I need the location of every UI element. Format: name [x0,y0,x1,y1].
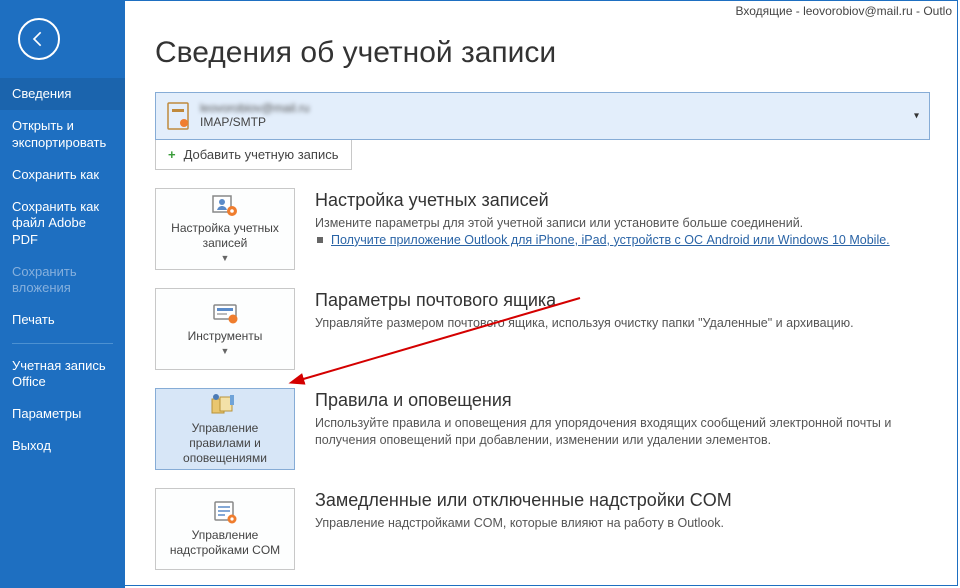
sidebar-item-2[interactable]: Сохранить как [0,159,125,191]
sidebar-item-3[interactable]: Сохранить как файл Adobe PDF [0,191,125,256]
account-selector[interactable]: leovorobiov@mail.ru IMAP/SMTP ▾ [155,92,930,140]
section-title-3: Замедленные или отключенные надстройки C… [315,490,930,511]
tile-icon-1 [210,301,240,325]
mailbox-icon [166,101,190,131]
sidebar-item2-0[interactable]: Учетная запись Office [0,350,125,399]
tile-label-1: Инструменты [188,329,263,344]
section-2: Управление правилами и оповещениями Прави… [155,388,930,470]
section-desc-2: Используйте правила и оповещения для упо… [315,415,930,449]
section-title-1: Параметры почтового ящика [315,290,930,311]
back-button[interactable] [18,18,60,60]
tile-label-2: Управление правилами и оповещениями [160,421,290,466]
chevron-down-icon: ▾ [914,111,919,122]
chevron-down-icon: ▼ [221,346,230,357]
section-0: Настройка учетных записей▼Настройка учет… [155,188,930,270]
chevron-down-icon: ▼ [221,253,230,264]
section-desc-0: Измените параметры для этой учетной запи… [315,215,930,249]
tile-label-0: Настройка учетных записей [160,221,290,251]
backstage-sidebar: СведенияОткрыть и экспортироватьСохранит… [0,0,125,588]
tile-icon-2 [210,393,240,417]
section-body-2: Правила и оповещения Используйте правила … [315,388,930,449]
arrow-left-icon [29,29,49,49]
section-title-0: Настройка учетных записей [315,190,930,211]
account-email: leovorobiov@mail.ru [200,102,310,116]
section-body-3: Замедленные или отключенные надстройки C… [315,488,930,532]
section-title-2: Правила и оповещения [315,390,930,411]
tile-0[interactable]: Настройка учетных записей ▼ [155,188,295,270]
sidebar-item2-1[interactable]: Параметры [0,398,125,430]
window-title: Входящие - leovorobiov@mail.ru - Outlo [728,0,960,22]
sidebar-separator [12,343,113,344]
tile-2[interactable]: Управление правилами и оповещениями [155,388,295,470]
sidebar-item2-2[interactable]: Выход [0,430,125,462]
section-body-0: Настройка учетных записей Измените параме… [315,188,930,249]
tile-icon-0 [210,193,240,217]
section-desc-1: Управляйте размером почтового ящика, исп… [315,315,930,332]
section-1: Инструменты ▼ Параметры почтового ящика Упр… [155,288,930,370]
plus-icon: + [168,147,176,162]
tile-3[interactable]: Управление надстройками COM [155,488,295,570]
sections-container: Настройка учетных записей▼Настройка учет… [155,188,930,570]
tile-label-3: Управление надстройками COM [160,528,290,558]
bullet-icon [317,237,323,243]
account-text: leovorobiov@mail.ru IMAP/SMTP [200,102,310,130]
sidebar-item-4: Сохранить вложения [0,256,125,305]
account-protocol: IMAP/SMTP [200,116,310,130]
page-title: Сведения об учетной записи [155,36,930,70]
add-account-label: Добавить учетную запись [184,147,339,162]
section-link-0[interactable]: Получите приложение Outlook для iPhone, … [331,233,890,247]
tile-1[interactable]: Инструменты ▼ [155,288,295,370]
section-desc-3: Управление надстройками COM, которые вли… [315,515,930,532]
sidebar-item-5[interactable]: Печать [0,304,125,336]
sidebar-item-0[interactable]: Сведения [0,78,125,110]
section-3: Управление надстройками COM Замедленные и… [155,488,930,570]
tile-icon-3 [210,500,240,524]
section-body-1: Параметры почтового ящика Управляйте разм… [315,288,930,332]
sidebar-item-1[interactable]: Открыть и экспортировать [0,110,125,159]
main-panel: Сведения об учетной записи leovorobiov@m… [125,0,960,588]
add-account-button[interactable]: + Добавить учетную запись [155,140,352,170]
